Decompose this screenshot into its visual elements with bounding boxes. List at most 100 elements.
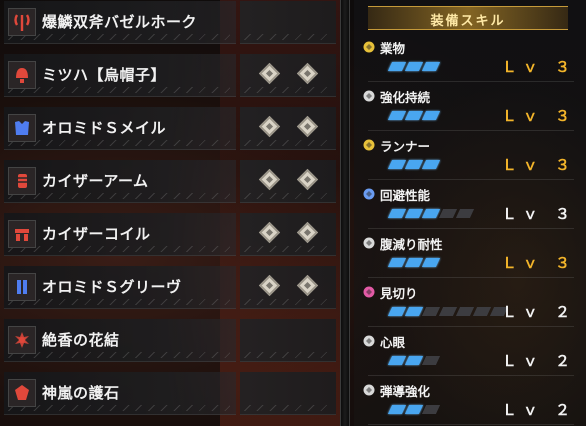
decoration-slot-icon[interactable] bbox=[258, 221, 281, 244]
skill-level-text: Ｌｖ ３ bbox=[501, 254, 576, 272]
skill-level-text: Ｌｖ ３ bbox=[501, 58, 576, 76]
chevron-pattern bbox=[8, 405, 230, 411]
skill-pip-empty bbox=[438, 307, 458, 316]
row-separator bbox=[368, 228, 574, 229]
skill-pip-filled bbox=[421, 258, 441, 267]
chevron-pattern bbox=[244, 87, 332, 93]
leg-armor-icon bbox=[8, 273, 36, 301]
skill-pip-empty bbox=[472, 307, 492, 316]
decoration-slot-box[interactable] bbox=[240, 213, 336, 256]
decoration-slot-box[interactable] bbox=[240, 160, 336, 203]
skill-level-bar bbox=[387, 356, 441, 365]
skill-pip-filled bbox=[387, 356, 407, 365]
chevron-pattern bbox=[8, 34, 230, 40]
equipment-list: 爆鱗双斧バゼルホークミツハ【烏帽子】 オロミドＳメイル カイザーアームカイザーコイル… bbox=[0, 0, 340, 426]
equipment-name: 神嵐の護石 bbox=[42, 384, 120, 402]
decoration-slot-icon[interactable] bbox=[296, 221, 319, 244]
skill-level-bar bbox=[387, 405, 441, 414]
equipment-name: カイザーコイル bbox=[42, 225, 151, 243]
equipment-row[interactable]: オロミドＳメイル bbox=[0, 107, 336, 150]
skill-row[interactable]: 業物 Ｌｖ ３ bbox=[358, 34, 584, 82]
decoration-slot-box[interactable] bbox=[240, 107, 336, 150]
panel-divider bbox=[340, 0, 350, 426]
decoration-slot-box[interactable] bbox=[240, 54, 336, 97]
weapon-switch-axe-icon bbox=[8, 8, 36, 36]
equipment-name: 絶香の花結 bbox=[42, 331, 120, 349]
skill-pip-filled bbox=[387, 209, 407, 218]
decoration-slot-icon[interactable] bbox=[296, 62, 319, 85]
skill-level-bar bbox=[387, 307, 509, 316]
decoration-slot-box[interactable] bbox=[240, 319, 336, 362]
skill-row[interactable]: 弾導強化 Ｌｖ ２ bbox=[358, 377, 584, 425]
skill-row[interactable]: 回避性能 Ｌｖ ３ bbox=[358, 181, 584, 229]
chest-armor-icon bbox=[8, 114, 36, 142]
skill-pip-filled bbox=[404, 405, 424, 414]
skill-icon-blue bbox=[362, 187, 376, 201]
skill-name: 弾導強化 bbox=[380, 384, 431, 399]
skill-pip-filled bbox=[404, 307, 424, 316]
decoration-slot-icon[interactable] bbox=[258, 274, 281, 297]
equipment-name: オロミドＳグリーヴ bbox=[42, 278, 182, 296]
skill-name: 腹減り耐性 bbox=[380, 237, 443, 252]
skill-pip-filled bbox=[404, 209, 424, 218]
chevron-pattern bbox=[8, 140, 230, 146]
skill-row[interactable]: 見切り Ｌｖ ２ bbox=[358, 279, 584, 327]
equipment-row[interactable]: 神嵐の護石 bbox=[0, 372, 336, 415]
skill-row[interactable]: 強化持続 Ｌｖ ３ bbox=[358, 83, 584, 131]
decoration-slot-icon[interactable] bbox=[296, 115, 319, 138]
equipment-name: 爆鱗双斧バゼルホーク bbox=[42, 13, 198, 31]
skill-icon-white bbox=[362, 383, 376, 397]
skill-pip-filled bbox=[421, 160, 441, 169]
skill-name: 回避性能 bbox=[380, 188, 431, 203]
skills-header-label: 装備スキル bbox=[430, 14, 506, 29]
skill-pip-empty bbox=[455, 307, 475, 316]
skill-pip-filled bbox=[387, 160, 407, 169]
row-separator bbox=[368, 277, 574, 278]
skill-level-bar bbox=[387, 111, 441, 120]
skill-pip-filled bbox=[387, 405, 407, 414]
skill-pip-filled bbox=[387, 307, 407, 316]
equipment-name-box bbox=[4, 372, 236, 415]
skill-name: ランナー bbox=[380, 139, 431, 154]
charm-flower-icon bbox=[8, 326, 36, 354]
skill-row[interactable]: ランナー Ｌｖ ３ bbox=[358, 132, 584, 180]
chevron-pattern bbox=[244, 193, 332, 199]
skill-pip-filled bbox=[387, 62, 407, 71]
decoration-slot-box[interactable] bbox=[240, 1, 336, 44]
row-separator bbox=[368, 424, 574, 425]
skill-icon-pink bbox=[362, 285, 376, 299]
skill-pip-filled bbox=[404, 62, 424, 71]
row-separator bbox=[368, 130, 574, 131]
skill-level-text: Ｌｖ ２ bbox=[501, 401, 576, 419]
skill-level-text: Ｌｖ ２ bbox=[501, 352, 576, 370]
decoration-slot-icon[interactable] bbox=[258, 62, 281, 85]
skill-pip-filled bbox=[387, 258, 407, 267]
chevron-pattern bbox=[8, 193, 230, 199]
chevron-pattern bbox=[244, 34, 332, 40]
decoration-slot-box[interactable] bbox=[240, 266, 336, 309]
chevron-pattern bbox=[244, 405, 332, 411]
equipment-row[interactable]: 爆鱗双斧バゼルホーク bbox=[0, 1, 336, 44]
skill-icon-white bbox=[362, 334, 376, 348]
skill-pip-empty bbox=[421, 405, 441, 414]
skill-pip-filled bbox=[404, 356, 424, 365]
skill-row[interactable]: 腹減り耐性 Ｌｖ ３ bbox=[358, 230, 584, 278]
skill-level-text: Ｌｖ ３ bbox=[501, 156, 576, 174]
equipment-row[interactable]: オロミドＳグリーヴ bbox=[0, 266, 336, 309]
decoration-slot-icon[interactable] bbox=[258, 115, 281, 138]
skill-pip-filled bbox=[404, 111, 424, 120]
skill-level-bar bbox=[387, 62, 441, 71]
skill-pip-filled bbox=[421, 111, 441, 120]
decoration-slot-box[interactable] bbox=[240, 372, 336, 415]
chevron-pattern bbox=[244, 140, 332, 146]
skill-pip-empty bbox=[421, 356, 441, 365]
equipment-row[interactable]: ミツハ【烏帽子】 bbox=[0, 54, 336, 97]
decoration-slot-icon[interactable] bbox=[258, 168, 281, 191]
equipment-row[interactable]: 絶香の花結 bbox=[0, 319, 336, 362]
decoration-slot-icon[interactable] bbox=[296, 168, 319, 191]
equipment-row[interactable]: カイザーコイル bbox=[0, 213, 336, 256]
skill-icon-white bbox=[362, 236, 376, 250]
skill-row[interactable]: 心眼 Ｌｖ ２ bbox=[358, 328, 584, 376]
decoration-slot-icon[interactable] bbox=[296, 274, 319, 297]
equipment-row[interactable]: カイザーアーム bbox=[0, 160, 336, 203]
